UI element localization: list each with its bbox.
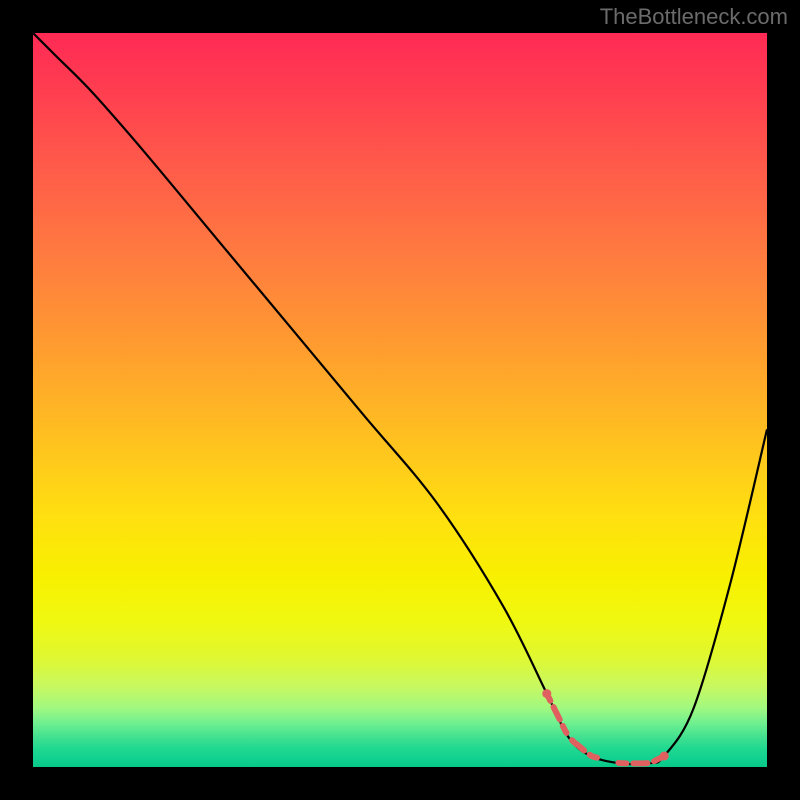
marker-dot-start: [542, 689, 551, 698]
chart-svg: [33, 33, 767, 767]
bottleneck-curve: [33, 33, 767, 764]
plot-area: [33, 33, 767, 767]
marker-dot-end: [660, 751, 669, 760]
marker-dash: [547, 694, 664, 764]
marker-band: [542, 689, 668, 763]
watermark-text: TheBottleneck.com: [600, 4, 788, 30]
